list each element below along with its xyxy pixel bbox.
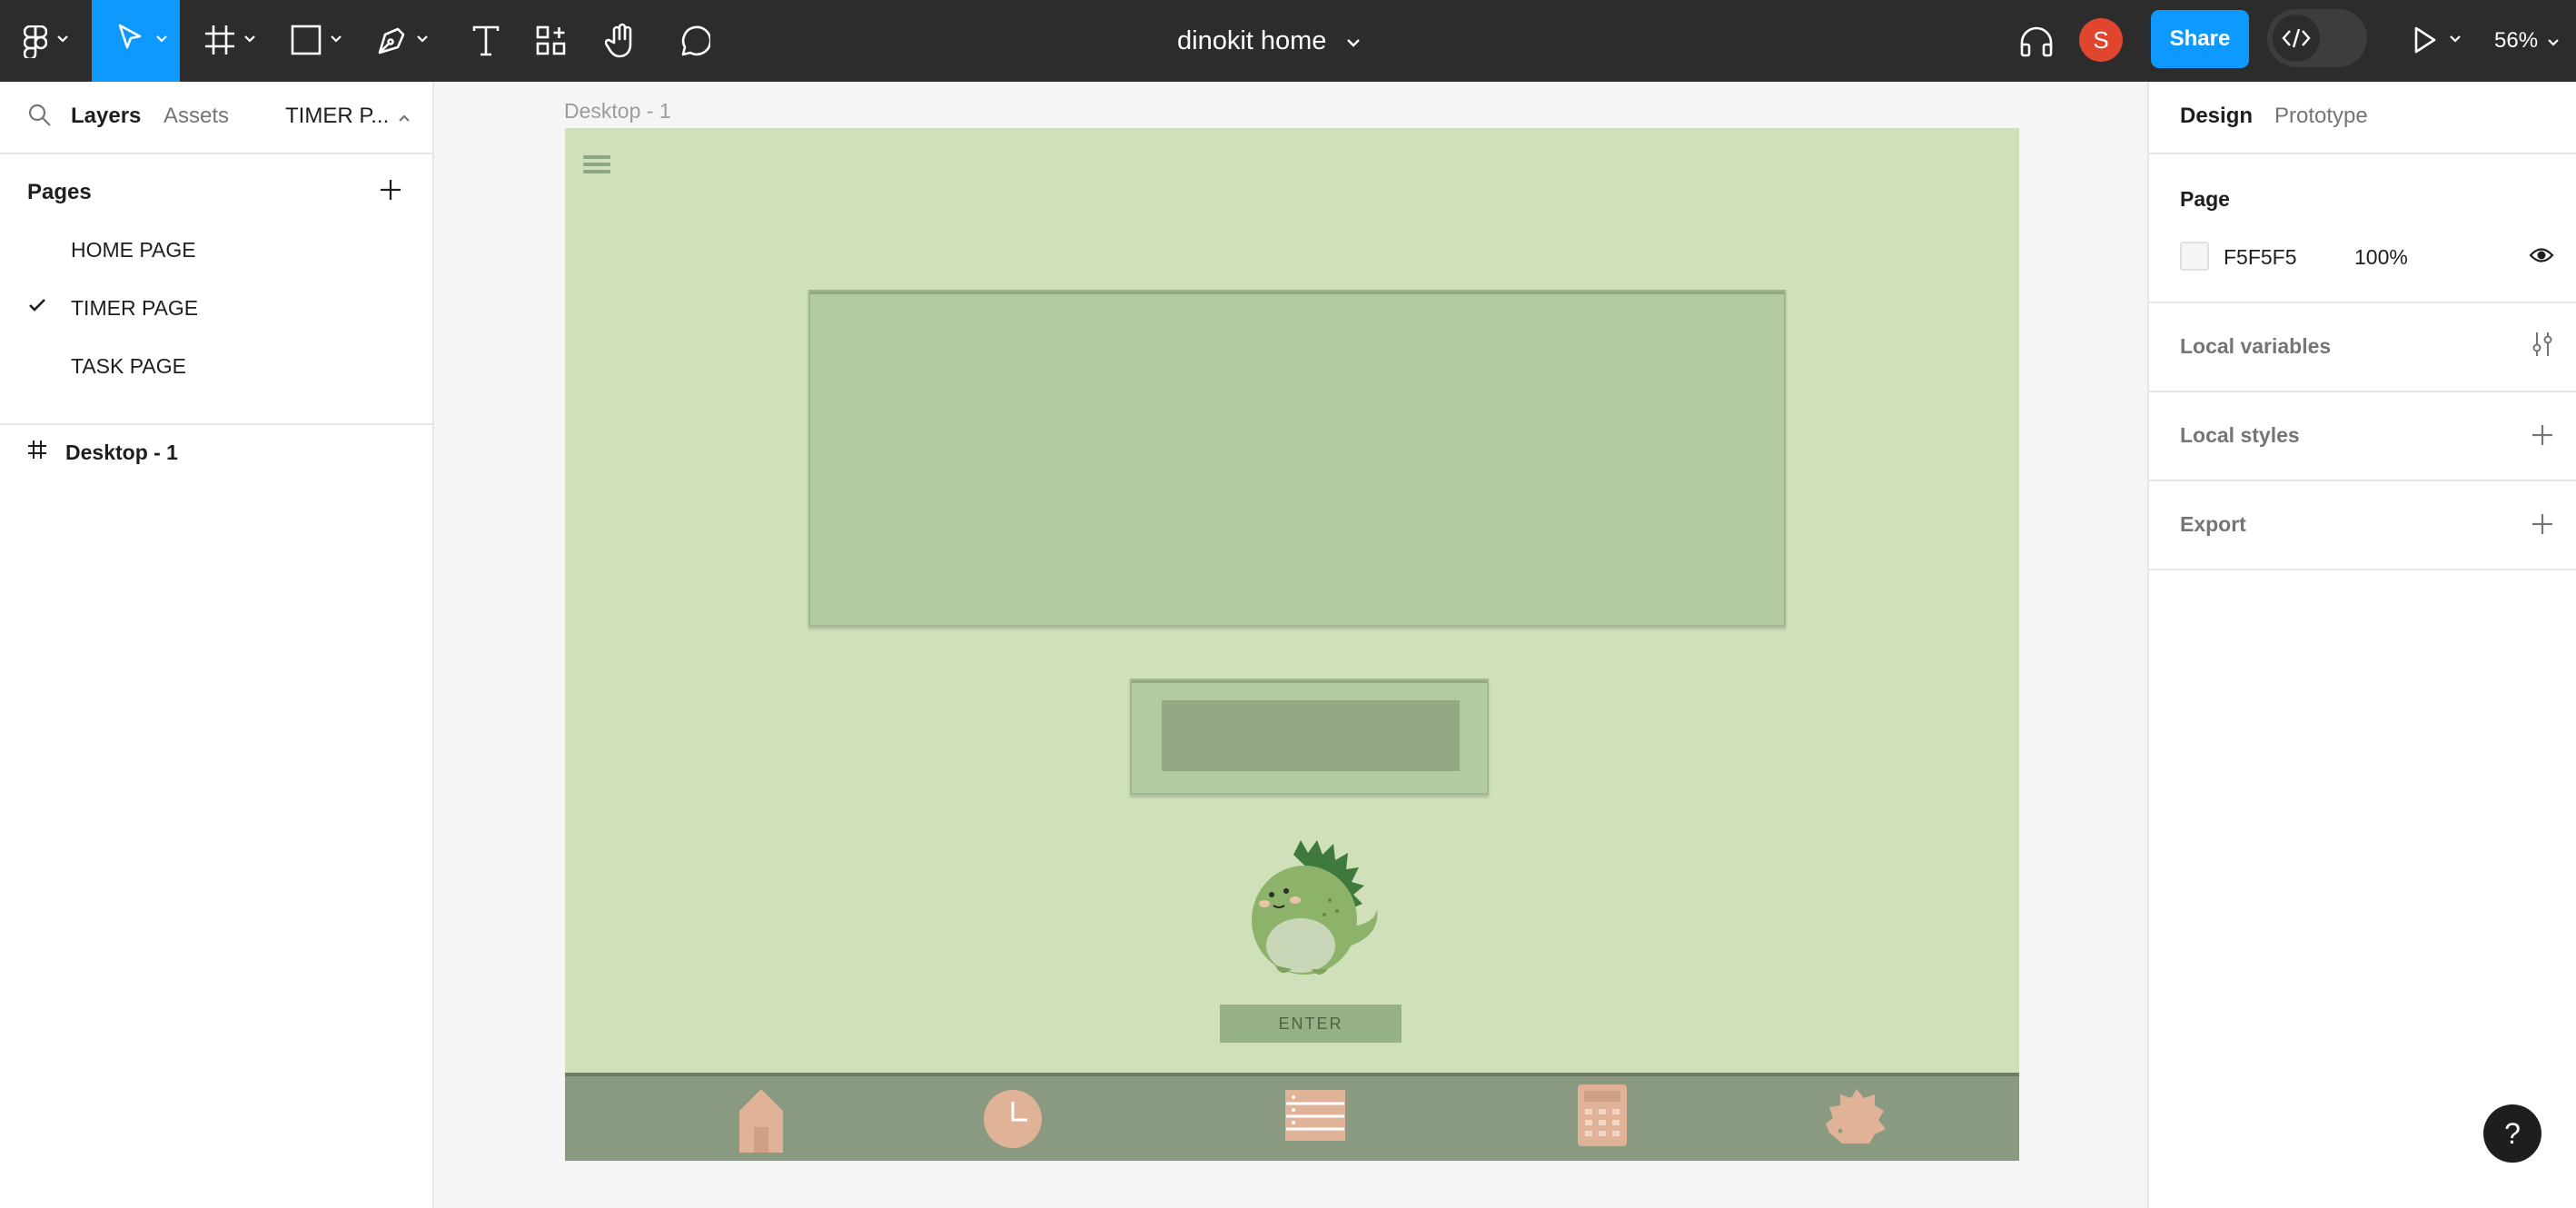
right-panel: Design Prototype Page F5F5F5 100% Local … xyxy=(2147,82,2576,1208)
layer-label: Desktop - 1 xyxy=(65,440,178,464)
cursor-arrow-icon xyxy=(117,24,144,54)
tab-prototype[interactable]: Prototype xyxy=(2274,104,2368,129)
chevron-down-icon xyxy=(2449,35,2462,44)
rectangle-icon xyxy=(290,24,322,56)
page-item-task[interactable]: TASK PAGE xyxy=(71,354,186,379)
avatar[interactable]: S xyxy=(2079,18,2123,62)
left-panel-tabs: Layers Assets TIMER P... xyxy=(0,82,432,154)
eye-icon[interactable] xyxy=(2529,245,2554,270)
export-title[interactable]: Export xyxy=(2180,512,2246,537)
checkmark-icon xyxy=(28,298,46,317)
play-icon xyxy=(2413,25,2438,54)
components-icon xyxy=(535,25,568,57)
dinosaur-illustration xyxy=(1230,837,1384,986)
search-icon[interactable] xyxy=(28,104,52,132)
local-styles-title[interactable]: Local styles xyxy=(2180,423,2300,448)
page-item-home[interactable]: HOME PAGE xyxy=(71,238,196,262)
chevron-down-icon xyxy=(2547,28,2560,54)
page-section-title: Page xyxy=(2180,187,2230,211)
hand-icon xyxy=(605,23,638,59)
chevron-down-icon xyxy=(243,35,256,44)
resources-tool-button[interactable] xyxy=(522,0,580,82)
headphones-icon xyxy=(2018,25,2055,57)
chevron-down-icon xyxy=(330,35,342,44)
local-variables-title[interactable]: Local variables xyxy=(2180,334,2331,359)
tab-layers[interactable]: Layers xyxy=(71,104,141,129)
share-button[interactable]: Share xyxy=(2151,10,2249,68)
desktop-frame[interactable]: ENTER xyxy=(565,128,2019,1161)
bottom-nav-bar xyxy=(565,1073,2019,1161)
frame-tool-button[interactable] xyxy=(191,0,263,82)
plus-icon[interactable] xyxy=(2531,423,2554,451)
speech-bubble-icon xyxy=(678,25,710,57)
page-selector[interactable]: TIMER P... xyxy=(285,104,411,129)
chevron-down-icon xyxy=(1346,26,1361,56)
pen-icon xyxy=(376,24,409,56)
hamburger-menu-icon[interactable] xyxy=(583,155,610,177)
page-section xyxy=(2149,154,2576,303)
plus-icon[interactable] xyxy=(2531,512,2554,540)
pen-tool-button[interactable] xyxy=(363,0,436,82)
timer-input-field[interactable] xyxy=(1162,700,1460,771)
audio-chat-button[interactable] xyxy=(2013,0,2060,82)
page-fill-opacity[interactable]: 100% xyxy=(2354,245,2408,270)
figma-logo-icon xyxy=(24,25,47,58)
add-page-icon[interactable] xyxy=(379,178,402,206)
present-button[interactable] xyxy=(2398,0,2471,82)
text-tool-button[interactable] xyxy=(459,0,513,82)
frame-hash-icon xyxy=(203,24,236,56)
sliders-icon[interactable] xyxy=(2531,331,2554,362)
comment-tool-button[interactable] xyxy=(665,0,723,82)
tab-design[interactable]: Design xyxy=(2180,104,2253,129)
main-menu-button[interactable] xyxy=(0,0,91,82)
frame-label[interactable]: Desktop - 1 xyxy=(564,99,671,124)
hand-tool-button[interactable] xyxy=(592,0,650,82)
pages-header: Pages xyxy=(27,180,92,204)
code-icon xyxy=(2273,15,2320,62)
chevron-down-icon xyxy=(56,35,69,44)
clock-icon[interactable] xyxy=(983,1089,1043,1154)
chevron-up-icon xyxy=(398,104,411,129)
calculator-icon[interactable] xyxy=(1577,1084,1628,1152)
page-fill-hex[interactable]: F5F5F5 xyxy=(2224,245,2297,270)
right-panel-tabs: Design Prototype xyxy=(2149,82,2576,154)
list-icon[interactable] xyxy=(1284,1089,1346,1146)
divider xyxy=(0,423,432,425)
tab-assets[interactable]: Assets xyxy=(163,104,229,129)
house-icon[interactable] xyxy=(736,1085,787,1159)
zoom-value: 56% xyxy=(2494,28,2539,53)
move-tool-button[interactable] xyxy=(92,0,180,82)
file-title[interactable]: dinokit home xyxy=(1177,0,1361,82)
frame-hash-icon xyxy=(27,440,47,465)
file-title-label: dinokit home xyxy=(1177,25,1327,55)
page-fill-swatch[interactable] xyxy=(2180,242,2209,271)
help-button[interactable]: ? xyxy=(2483,1104,2541,1163)
top-toolbar: dinokit home S Share 56% xyxy=(0,0,2576,82)
text-T-icon xyxy=(471,25,500,56)
chevron-down-icon xyxy=(416,35,429,44)
left-panel: Layers Assets TIMER P... Pages HOME PAGE… xyxy=(0,82,434,1208)
timer-input-box[interactable] xyxy=(1130,678,1489,795)
page-selector-label: TIMER P... xyxy=(285,104,390,128)
canvas[interactable]: Desktop - 1 ENTER xyxy=(434,82,2147,1208)
page-item-timer[interactable]: TIMER PAGE xyxy=(71,296,198,321)
enter-button[interactable]: ENTER xyxy=(1220,1005,1402,1043)
zoom-menu[interactable]: 56% xyxy=(2494,0,2560,82)
chevron-down-icon xyxy=(155,35,168,44)
dev-mode-toggle[interactable] xyxy=(2267,9,2367,67)
timer-display-box[interactable] xyxy=(808,290,1786,627)
shape-tool-button[interactable] xyxy=(277,0,350,82)
layer-item-desktop-1[interactable]: Desktop - 1 xyxy=(27,440,178,465)
hedgehog-icon[interactable] xyxy=(1824,1087,1887,1150)
